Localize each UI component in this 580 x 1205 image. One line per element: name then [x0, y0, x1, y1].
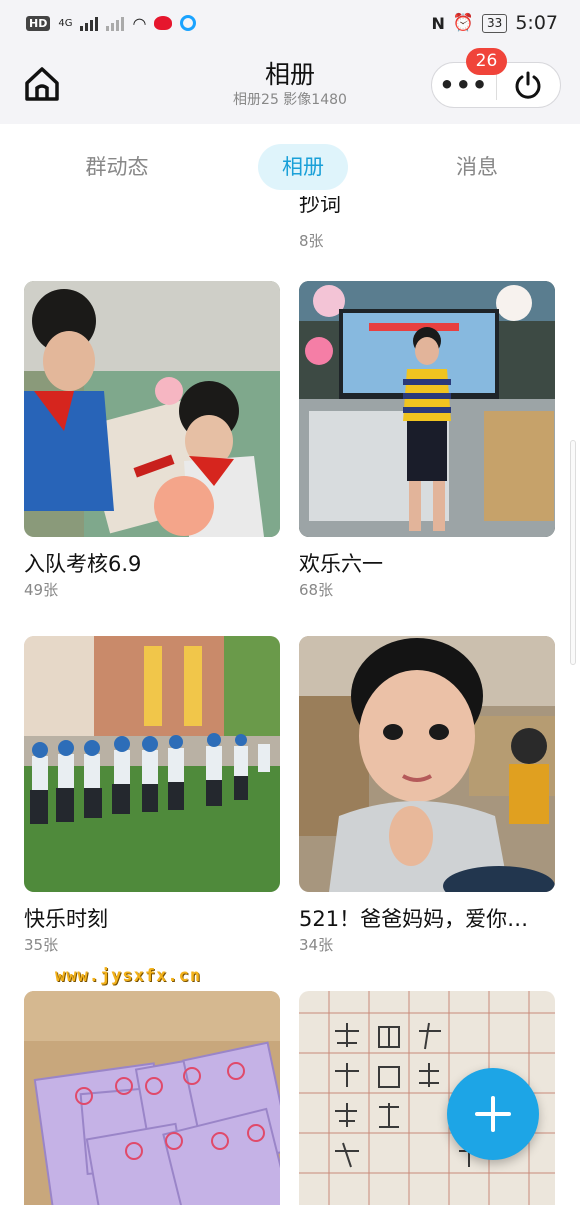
status-bar: HD 4G ◠ N ⏰ 33 5:07 — [0, 0, 580, 46]
album-title: 快乐时刻 — [24, 907, 108, 931]
signal-2-icon — [106, 15, 125, 31]
album-cover-photo — [24, 991, 280, 1205]
album-card[interactable]: 521！爸爸妈妈，爱你… 34张 — [299, 636, 555, 956]
album-title: 521！爸爸妈妈，爱你… — [299, 907, 529, 931]
status-time: 5:07 — [515, 12, 558, 34]
album-cover-photo — [24, 281, 280, 537]
album-title: 入队考核6.9 — [24, 552, 142, 576]
album-card[interactable]: 快乐时刻 35张 — [24, 636, 280, 956]
album-count: 35张 — [24, 936, 59, 954]
wifi-icon: ◠ — [132, 13, 147, 33]
tab-messages[interactable]: 消息 — [432, 144, 522, 190]
album-cover-photo — [299, 636, 555, 892]
home-button[interactable] — [22, 64, 62, 104]
status-left: HD 4G ◠ — [26, 13, 197, 33]
alarm-icon: ⏰ — [452, 13, 475, 33]
album-count: 49张 — [24, 581, 59, 599]
album-cover[interactable] — [24, 281, 280, 537]
tab-group-feed[interactable]: 群动态 — [62, 144, 172, 190]
album-cover[interactable] — [299, 636, 555, 892]
tab-bar: 群动态 相册 消息 — [0, 124, 580, 204]
page-subtitle: 相册25 影像1480 — [233, 92, 347, 108]
album-card[interactable]: 入队考核6.9 49张 — [24, 281, 280, 601]
scrollbar-thumb[interactable] — [570, 440, 576, 665]
more-icon: ••• — [439, 71, 489, 99]
album-cover[interactable] — [24, 636, 280, 892]
album-cover[interactable] — [24, 991, 280, 1205]
weibo-icon — [154, 16, 173, 30]
power-icon — [515, 71, 541, 99]
partial-album-count: 8张 — [299, 232, 324, 250]
album-card[interactable] — [24, 991, 280, 1205]
add-album-button[interactable] — [447, 1068, 539, 1160]
album-card[interactable]: 欢乐六一 68张 — [299, 281, 555, 601]
notification-badge: 26 — [466, 48, 507, 75]
album-cover-photo — [299, 281, 555, 537]
album-cover[interactable] — [299, 281, 555, 537]
network-label: 4G — [58, 17, 73, 29]
status-right: N ⏰ 33 5:07 — [431, 12, 558, 34]
tab-albums[interactable]: 相册 — [258, 144, 348, 190]
home-icon — [25, 67, 59, 101]
nfc-icon: N — [431, 13, 445, 33]
album-cover-photo — [24, 636, 280, 892]
signal-icon — [80, 15, 99, 31]
album-count: 68张 — [299, 581, 334, 599]
battery-icon: 33 — [482, 13, 508, 33]
hd-indicator: HD — [26, 15, 51, 31]
plus-icon — [475, 1096, 511, 1132]
page-title: 相册 — [264, 60, 315, 89]
partial-album-title[interactable]: 抄词 — [299, 196, 554, 218]
album-count: 34张 — [299, 936, 334, 954]
power-button[interactable] — [497, 62, 561, 108]
watermark-text: www.jysxfx.cn — [55, 966, 202, 986]
browser-icon — [180, 15, 197, 31]
album-title: 欢乐六一 — [299, 552, 383, 576]
title-block: 相册 相册25 影像1480 — [190, 60, 390, 110]
